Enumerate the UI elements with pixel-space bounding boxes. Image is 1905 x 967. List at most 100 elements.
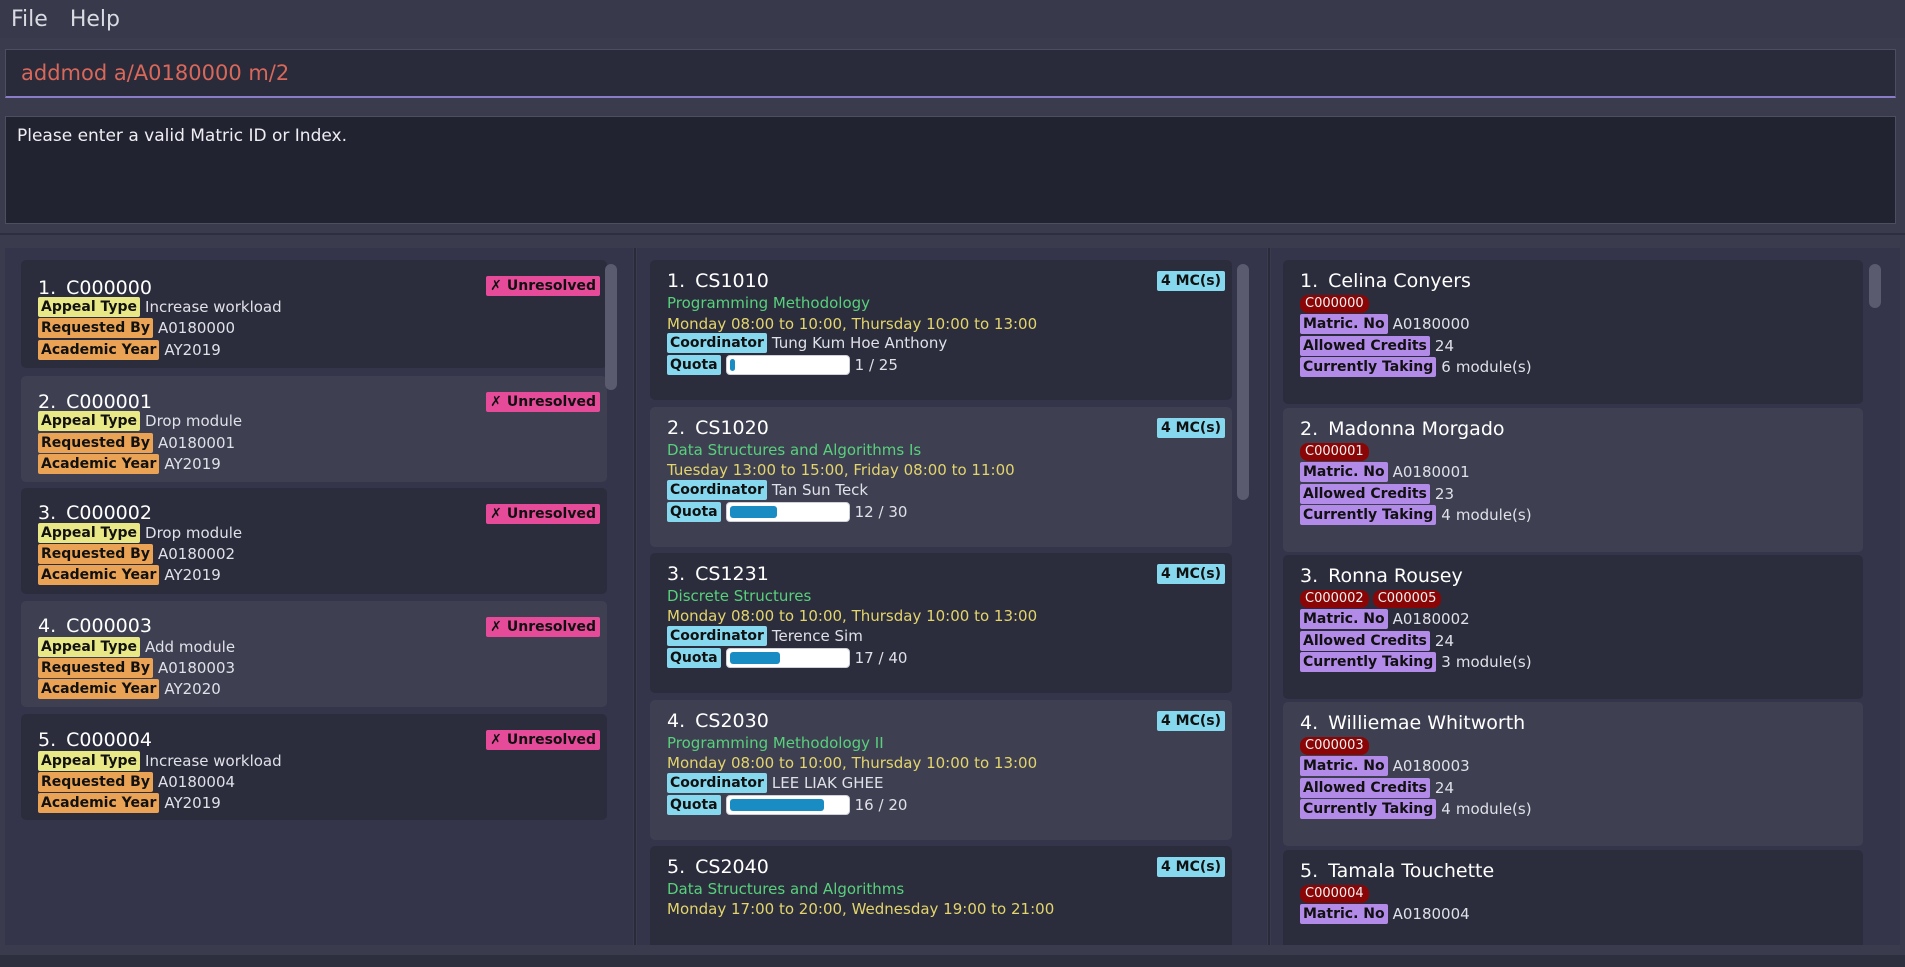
appeal-card[interactable]: 3. C000002 ✗ Unresolved Appeal Type Drop mo… [21,488,607,594]
quota-progress-bar [725,355,850,375]
matric-row: Matric. No A0180001 [1300,461,1470,483]
student-card[interactable]: 1. Celina Conyers C000000 Matric. No A0180… [1283,260,1863,404]
appeal-card[interactable]: 4. C000003 ✗ Unresolved Appeal Type Add mod… [21,601,607,707]
module-scrollbar-thumb[interactable] [1237,264,1249,500]
appeal-code-badge: C000001 [1300,443,1369,461]
menu-help[interactable]: Help [59,7,131,32]
module-title: 2. CS1020 [667,417,769,439]
matric-row: Matric. No A0180003 [1300,755,1470,777]
module-card[interactable]: 1. CS1010 4 MC(s) Programming Methodology… [650,260,1232,400]
status-badge: ✗ Unresolved [486,730,600,750]
module-name: Data Structures and Algorithms [667,880,905,898]
result-text: Please enter a valid Matric ID or Index. [17,126,347,146]
appeal-type-row: Appeal Type Add module [38,636,235,658]
credits-row: Allowed Credits 24 [1300,335,1454,357]
module-card[interactable]: 5. CS2040 4 MC(s) Data Structures and Alg… [650,846,1232,945]
module-card[interactable]: 2. CS1020 4 MC(s) Data Structures and Alg… [650,407,1232,547]
credits-row: Allowed Credits 24 [1300,630,1454,652]
menu-file[interactable]: File [0,7,59,32]
appeal-code-badge: C000000 [1300,295,1369,313]
appeal-title: 5. C000004 [38,729,152,751]
mc-badge: 4 MC(s) [1157,271,1225,291]
module-title: 1. CS1010 [667,270,769,292]
appeal-codes: C000000 [1300,295,1369,313]
taking-row: Currently Taking 6 module(s) [1300,356,1532,378]
module-schedule: Monday 08:00 to 10:00, Thursday 10:00 to… [667,315,1038,333]
student-name: 3. Ronna Rousey [1300,565,1463,587]
appeal-code-badge: C000002 [1300,590,1369,608]
mc-badge: 4 MC(s) [1157,418,1225,438]
appeal-title: 4. C000003 [38,615,152,637]
student-name: 2. Madonna Morgado [1300,418,1505,440]
quota-row: Quota 17 / 40 [667,647,907,669]
appeal-codes: C000004 [1300,885,1369,903]
quota-progress-bar [725,648,850,668]
module-schedule: Tuesday 13:00 to 15:00, Friday 08:00 to … [667,461,1015,479]
module-list-panel[interactable]: 1. CS1010 4 MC(s) Programming Methodology… [637,248,1267,945]
requested-by-row: Requested By A0180002 [38,543,235,565]
command-input[interactable] [6,50,1895,96]
quota-progress-fill [729,359,735,371]
academic-year-row: Academic Year AY2019 [38,564,221,586]
module-schedule: Monday 08:00 to 10:00, Thursday 10:00 to… [667,607,1038,625]
appeal-codes: C000001 [1300,443,1369,461]
appeal-codes: C000003 [1300,737,1369,755]
credits-row: Allowed Credits 23 [1300,483,1454,505]
x-icon: ✗ [490,732,502,748]
appeal-code-badge: C000003 [1300,737,1369,755]
academic-year-row: Academic Year AY2019 [38,453,221,475]
student-name: 4. Williemae Whitworth [1300,712,1526,734]
coordinator-row: Coordinator Tan Sun Teck [667,479,868,501]
module-title: 3. CS1231 [667,563,769,585]
quota-progress-bar [725,502,850,522]
taking-row: Currently Taking 3 module(s) [1300,651,1532,673]
appeal-card[interactable]: 1. C000000 ✗ Unresolved Appeal Type Increas… [21,260,607,368]
status-badge: ✗ Unresolved [486,504,600,524]
module-card[interactable]: 3. CS1231 4 MC(s) Discrete Structures Mon… [650,553,1232,693]
quota-row: Quota 12 / 30 [667,501,907,523]
appeal-type-row: Appeal Type Drop module [38,410,242,432]
taking-row: Currently Taking 4 module(s) [1300,798,1532,820]
mc-badge: 4 MC(s) [1157,857,1225,877]
module-card[interactable]: 4. CS2030 4 MC(s) Programming Methodology… [650,700,1232,840]
appeal-card[interactable]: 5. C000004 ✗ Unresolved Appeal Type Increas… [21,714,607,820]
student-card[interactable]: 4. Williemae Whitworth C000003 Matric. No… [1283,702,1863,846]
coordinator-row: Coordinator LEE LIAK GHEE [667,772,883,794]
panel-separator [634,248,636,945]
appeal-codes: C000002 C000005 [1300,590,1442,608]
result-display: Please enter a valid Matric ID or Index. [5,116,1896,224]
coordinator-row: Coordinator Tung Kum Hoe Anthony [667,332,947,354]
academic-year-row: Academic Year AY2019 [38,792,221,814]
appeal-type-row: Appeal Type Increase workload [38,750,282,772]
credits-row: Allowed Credits 24 [1300,777,1454,799]
appeal-list-panel[interactable]: 1. C000000 ✗ Unresolved Appeal Type Increas… [5,248,633,945]
appeal-title: 3. C000002 [38,502,152,524]
academic-year-row: Academic Year AY2019 [38,339,221,361]
module-title: 5. CS2040 [667,856,769,878]
student-card[interactable]: 2. Madonna Morgado C000001 Matric. No A018… [1283,408,1863,552]
appeal-code-badge: C000004 [1300,885,1369,903]
status-badge: ✗ Unresolved [486,617,600,637]
requested-by-row: Requested By A0180001 [38,432,235,454]
status-badge: ✗ Unresolved [486,276,600,296]
requested-by-row: Requested By A0180003 [38,657,235,679]
module-schedule: Monday 17:00 to 20:00, Wednesday 19:00 t… [667,900,1055,918]
menu-bar: File Help [0,0,1905,38]
student-name: 5. Tamala Touchette [1300,860,1495,882]
quota-row: Quota 1 / 25 [667,354,898,376]
student-card[interactable]: 5. Tamala Touchette C000004 Matric. No A01… [1283,850,1863,945]
student-card[interactable]: 3. Ronna Rousey C000002 C000005 Matric. No… [1283,555,1863,699]
matric-row: Matric. No A0180002 [1300,608,1470,630]
student-name: 1. Celina Conyers [1300,270,1471,292]
divider [0,233,1905,235]
appeal-card[interactable]: 2. C000001 ✗ Unresolved Appeal Type Drop mo… [21,376,607,482]
appeal-code-badge: C000005 [1372,590,1442,608]
quota-progress-fill [729,652,780,664]
student-scrollbar-thumb[interactable] [1869,264,1881,308]
student-list-panel[interactable]: 1. Celina Conyers C000000 Matric. No A0180… [1271,248,1900,945]
module-name: Programming Methodology [667,294,871,312]
appeal-type-row: Appeal Type Drop module [38,522,242,544]
appeal-scrollbar-thumb[interactable] [605,264,617,390]
matric-row: Matric. No A0180004 [1300,903,1470,925]
module-name: Discrete Structures [667,587,812,605]
